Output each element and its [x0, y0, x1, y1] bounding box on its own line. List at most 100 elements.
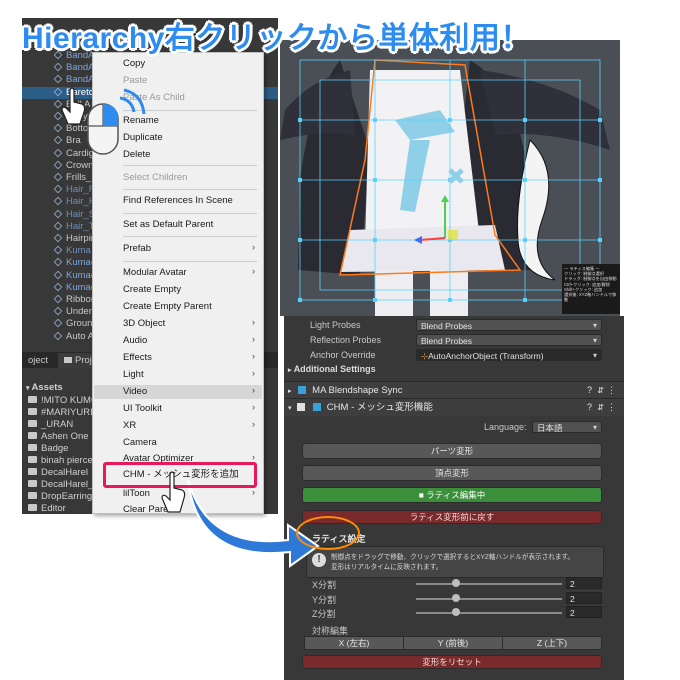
menu-item-xr[interactable]: XR	[123, 420, 136, 432]
menu-item-create-empty[interactable]: Create Empty	[123, 284, 181, 296]
menu-item-lilToon[interactable]: lilToon	[123, 488, 150, 500]
z-division-slider-track[interactable]	[416, 612, 562, 614]
ma-blendshape-sync-header[interactable]: ▸ MA Blendshape Sync ? ⇵ ⋮	[284, 381, 624, 399]
help-text-line1: 制御点をドラッグで移動、クリックで選択するとXYZ軸ハンドルが表示されます。	[331, 554, 574, 561]
z-division-field[interactable]: 2	[566, 606, 602, 618]
menu-item-create-empty-parent[interactable]: Create Empty Parent	[123, 301, 212, 313]
submenu-chevron-icon: ›	[252, 368, 255, 378]
help-icon[interactable]: ?	[587, 382, 592, 399]
project-folder-item[interactable]: !MITO KUMO	[28, 395, 98, 407]
submenu-chevron-icon: ›	[252, 317, 255, 327]
lattice-edit-active-button[interactable]: ■ ラティス編集中	[302, 487, 602, 503]
gameobject-cube-icon	[53, 197, 63, 206]
vertex-deform-button[interactable]: 頂点変形	[302, 465, 602, 481]
hierarchy-item-label: BandA	[66, 74, 95, 86]
x-division-slider-track[interactable]	[416, 583, 562, 585]
project-folder-item[interactable]: #MARIYURI	[28, 407, 93, 419]
hierarchy-item-label: Hair_T	[66, 220, 95, 232]
tab-project[interactable]: oject	[22, 353, 54, 368]
symmetry-z-button[interactable]: Z (上下)	[502, 636, 602, 650]
page-title: Hierarchy右クリックから単体利用！	[22, 22, 531, 55]
project-folder-item[interactable]: Ashen One	[28, 431, 89, 443]
project-folder-item[interactable]: binah pierce s	[28, 455, 100, 467]
menu-separator	[123, 213, 257, 214]
y-division-field[interactable]: 2	[566, 592, 602, 604]
reflection-probes-label: Reflection Probes	[310, 335, 382, 345]
chevron-right-icon: ▸	[288, 388, 292, 395]
symmetry-y-button[interactable]: Y (前後)	[403, 636, 503, 650]
symmetry-x-button[interactable]: X (左右)	[304, 636, 404, 650]
hand-cursor-icon	[161, 471, 186, 513]
folder-icon	[28, 408, 37, 415]
y-division-slider-handle[interactable]	[452, 594, 460, 602]
hand-cursor-icon	[61, 87, 86, 125]
scene-help-overlay: --- ラティス編集 --- クリック: 制御点選択 ドラッグ: 制御点を自由移動 C…	[562, 264, 620, 314]
submenu-chevron-icon: ›	[252, 242, 255, 252]
more-options-icon[interactable]: ⋮	[607, 399, 616, 416]
leg-left	[375, 270, 413, 316]
x-division-slider-handle[interactable]	[452, 579, 460, 587]
reset-deform-button[interactable]: 変形をリセット	[302, 655, 602, 669]
chm-component-label: CHM - メッシュ変形機能	[326, 402, 433, 413]
menu-item-camera[interactable]: Camera	[123, 437, 157, 449]
submenu-chevron-icon: ›	[252, 402, 255, 412]
ma-blendshape-sync-label: MA Blendshape Sync	[312, 385, 403, 396]
preset-icon[interactable]: ⇵	[597, 399, 604, 416]
project-folder-item[interactable]: DecalHarel	[28, 467, 88, 479]
submenu-chevron-icon: ›	[252, 419, 255, 429]
reflection-probes-dropdown[interactable]: Blend Probes	[416, 334, 602, 347]
z-division-slider-handle[interactable]	[452, 608, 460, 616]
submenu-chevron-icon: ›	[252, 351, 255, 361]
dress-skirt	[340, 225, 505, 272]
gameobject-cube-icon	[53, 221, 63, 231]
preset-icon[interactable]: ⇵	[597, 382, 604, 399]
menu-item-modular-avatar[interactable]: Modular Avatar	[123, 267, 187, 279]
folder-icon	[28, 468, 37, 475]
x-division-label: X分割	[312, 580, 337, 590]
project-folder-item[interactable]: DropEarring	[28, 491, 92, 503]
gameobject-cube-icon	[53, 184, 63, 194]
menu-item-effects[interactable]: Effects	[123, 352, 152, 364]
light-probes-dropdown[interactable]: Blend Probes	[416, 319, 602, 332]
assets-header[interactable]: ▾ Assets	[26, 382, 63, 394]
parts-deform-button[interactable]: パーツ変形	[302, 443, 602, 459]
language-dropdown[interactable]: 日本語	[532, 421, 602, 434]
inspector-panel: Light Probes Blend Probes Reflection Pro…	[284, 316, 624, 680]
gameobject-cube-icon	[53, 75, 63, 84]
hierarchy-item-label: Hair_F	[66, 184, 95, 196]
project-folder-label: Ashen One	[41, 431, 89, 442]
anchor-override-field[interactable]: ⊹AutoAnchorObject (Transform)	[416, 349, 602, 362]
additional-settings-foldout[interactable]: ▸ Additional Settings	[288, 364, 376, 374]
checkbox-icon[interactable]	[297, 403, 306, 411]
gameobject-cube-icon	[53, 282, 63, 292]
project-folder-item[interactable]: _URAN	[28, 419, 73, 431]
project-folder-item[interactable]: Editor	[28, 503, 66, 514]
menu-item-light[interactable]: Light	[123, 369, 144, 381]
hierarchy-item-label: Groun	[66, 318, 93, 330]
x-division-field[interactable]: 2	[566, 577, 602, 589]
scene-view[interactable]: --- ラティス編集 --- クリック: 制御点選択 ドラッグ: 制御点を自由移動 C…	[280, 40, 620, 316]
project-folder-label: DropEarring	[41, 491, 93, 502]
menu-item-video[interactable]: Video	[123, 386, 147, 398]
y-division-slider-track[interactable]	[416, 598, 562, 600]
menu-item-default-parent[interactable]: Set as Default Parent	[123, 219, 213, 231]
menu-item-find-refs[interactable]: Find References In Scene	[123, 195, 233, 207]
script-icon	[312, 403, 321, 411]
more-options-icon[interactable]: ⋮	[607, 382, 616, 399]
scene-help-line: ドラッグ: 制御点を自由移動	[564, 276, 617, 282]
menu-item-obj3d[interactable]: 3D Object	[123, 318, 165, 330]
folder-icon	[64, 357, 72, 363]
hierarchy-item-label: Kuma	[66, 245, 91, 257]
gameobject-cube-icon	[53, 62, 63, 72]
help-text-line2: 変形はリアルタイムに反映されます。	[331, 564, 443, 571]
y-division-label: Y分割	[312, 595, 337, 605]
project-folder-label: #MARIYURI	[41, 407, 93, 418]
menu-separator	[123, 189, 257, 190]
menu-item-prefab[interactable]: Prefab	[123, 243, 151, 255]
project-folder-item[interactable]: Badge	[28, 443, 68, 455]
gameobject-cube-icon	[53, 258, 63, 267]
menu-item-ui-toolkit[interactable]: UI Toolkit	[123, 403, 162, 415]
chm-component-header[interactable]: ▾ CHM - メッシュ変形機能 ? ⇵ ⋮	[284, 398, 624, 416]
menu-item-audio[interactable]: Audio	[123, 335, 147, 347]
help-icon[interactable]: ?	[587, 399, 592, 416]
